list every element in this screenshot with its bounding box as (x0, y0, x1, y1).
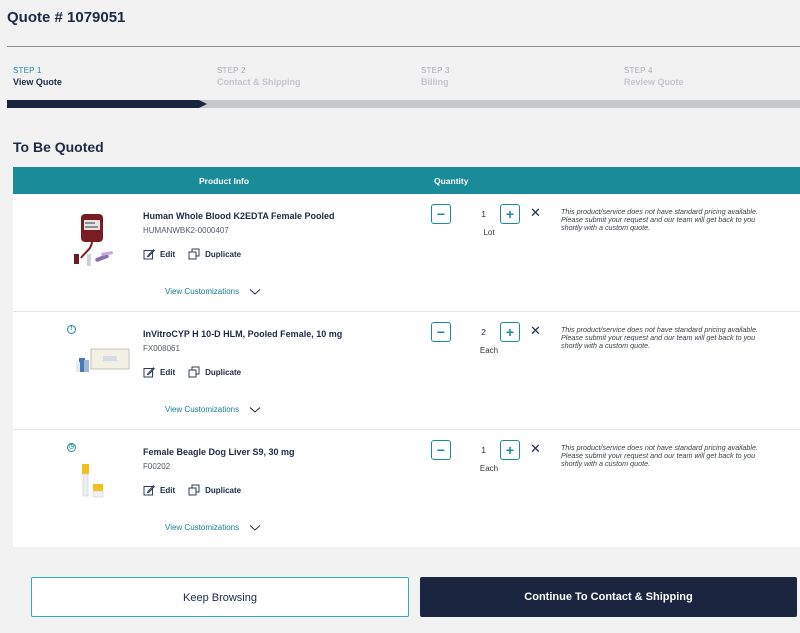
product-sku: HUMANWBK2-0000407 (143, 226, 229, 235)
view-customizations-toggle[interactable]: View Customizations (165, 405, 261, 414)
quantity-input[interactable] (455, 205, 497, 223)
step-label: Contact & Shipping (217, 77, 301, 87)
remove-item-icon[interactable]: ✕ (530, 205, 541, 221)
view-customizations-label: View Customizations (165, 523, 240, 532)
quantity-unit: Each (479, 346, 499, 355)
quantity-stepper: − + ✕ Lot (431, 204, 546, 244)
page-title: Quote # 1079051 (7, 9, 126, 26)
edit-label: Edit (160, 485, 176, 495)
step-number: STEP 2 (217, 66, 246, 75)
step-label: View Quote (13, 77, 62, 87)
increase-quantity-button[interactable]: + (500, 322, 520, 342)
duplicate-label: Duplicate (205, 485, 242, 495)
product-image-blood-bag[interactable] (71, 208, 131, 268)
product-actions: Edit Duplicate (143, 366, 254, 378)
duplicate-icon (188, 366, 200, 378)
step-3[interactable]: STEP 3 Billing (421, 66, 601, 87)
quantity-unit: Each (479, 464, 499, 473)
table-header: Product Info Quantity (13, 167, 800, 194)
quantity-input[interactable] (455, 441, 497, 459)
title-divider (7, 46, 800, 47)
quantity-stepper: − + ✕ Each (431, 440, 546, 480)
view-customizations-toggle[interactable]: View Customizations (165, 287, 261, 296)
remove-item-icon[interactable]: ✕ (530, 441, 541, 457)
edit-icon (143, 367, 155, 378)
pricing-note: This product/service does not have stand… (561, 325, 758, 350)
product-image-vials[interactable] (71, 444, 131, 504)
table-row: ◷ Female Beagle Dog Liver S9, 30 mg F002… (13, 430, 800, 548)
quantity-unit: Lot (483, 228, 495, 237)
edit-icon (143, 485, 155, 496)
product-actions: Edit Duplicate (143, 484, 254, 496)
continue-to-shipping-button[interactable]: Continue To Contact & Shipping (420, 577, 797, 617)
decrease-quantity-button[interactable]: − (431, 440, 451, 460)
step-label: Billing (421, 77, 449, 87)
column-header-quantity: Quantity (434, 176, 469, 186)
view-customizations-toggle[interactable]: View Customizations (165, 523, 261, 532)
table-row: ! InVitroCYP H 10-D HLM, Pooled Female, … (13, 312, 800, 430)
decrease-quantity-button[interactable]: − (431, 322, 451, 342)
increase-quantity-button[interactable]: + (500, 440, 520, 460)
edit-button[interactable]: Edit (143, 484, 175, 496)
step-number: STEP 3 (421, 66, 450, 75)
pricing-note: This product/service does not have stand… (561, 443, 758, 468)
product-name[interactable]: InVitroCYP H 10-D HLM, Pooled Female, 10… (143, 329, 342, 339)
product-image-kit-box[interactable] (71, 326, 131, 386)
quote-items-table: Product Info Quantity Human Whole Blood … (13, 167, 800, 547)
edit-button[interactable]: Edit (143, 248, 175, 260)
duplicate-button[interactable]: Duplicate (188, 484, 241, 496)
progress-bar-fill (7, 100, 207, 108)
chevron-down-icon (249, 406, 261, 413)
product-sku: F00202 (143, 462, 171, 471)
step-4[interactable]: STEP 4 Review Quote (624, 66, 800, 87)
edit-button[interactable]: Edit (143, 366, 175, 378)
increase-quantity-button[interactable]: + (500, 204, 520, 224)
checkout-steps: STEP 1 View Quote STEP 2 Contact & Shipp… (13, 66, 800, 90)
step-label: Review Quote (624, 77, 684, 87)
quantity-input[interactable] (455, 323, 497, 341)
edit-label: Edit (160, 367, 176, 377)
column-header-product: Product Info (199, 176, 250, 186)
table-row: Human Whole Blood K2EDTA Female Pooled H… (13, 194, 800, 312)
edit-label: Edit (160, 249, 176, 259)
quantity-stepper: − + ✕ Each (431, 322, 546, 362)
chevron-down-icon (249, 288, 261, 295)
product-name[interactable]: Human Whole Blood K2EDTA Female Pooled (143, 211, 335, 221)
duplicate-button[interactable]: Duplicate (188, 248, 241, 260)
duplicate-label: Duplicate (205, 249, 242, 259)
view-customizations-label: View Customizations (165, 405, 240, 414)
pricing-note: This product/service does not have stand… (561, 207, 758, 232)
keep-browsing-button[interactable]: Keep Browsing (31, 577, 409, 617)
step-2[interactable]: STEP 2 Contact & Shipping (217, 66, 397, 87)
duplicate-button[interactable]: Duplicate (188, 366, 241, 378)
section-title: To Be Quoted (13, 139, 104, 155)
view-customizations-label: View Customizations (165, 287, 240, 296)
product-actions: Edit Duplicate (143, 248, 254, 260)
product-sku: FX008061 (143, 344, 180, 353)
duplicate-icon (188, 484, 200, 496)
step-number: STEP 1 (13, 66, 42, 75)
product-name[interactable]: Female Beagle Dog Liver S9, 30 mg (143, 447, 295, 457)
remove-item-icon[interactable]: ✕ (530, 323, 541, 339)
decrease-quantity-button[interactable]: − (431, 204, 451, 224)
duplicate-icon (188, 248, 200, 260)
step-1[interactable]: STEP 1 View Quote (13, 66, 193, 87)
edit-icon (143, 249, 155, 260)
progress-bar (7, 100, 800, 108)
chevron-down-icon (249, 524, 261, 531)
duplicate-label: Duplicate (205, 367, 242, 377)
step-number: STEP 4 (624, 66, 653, 75)
